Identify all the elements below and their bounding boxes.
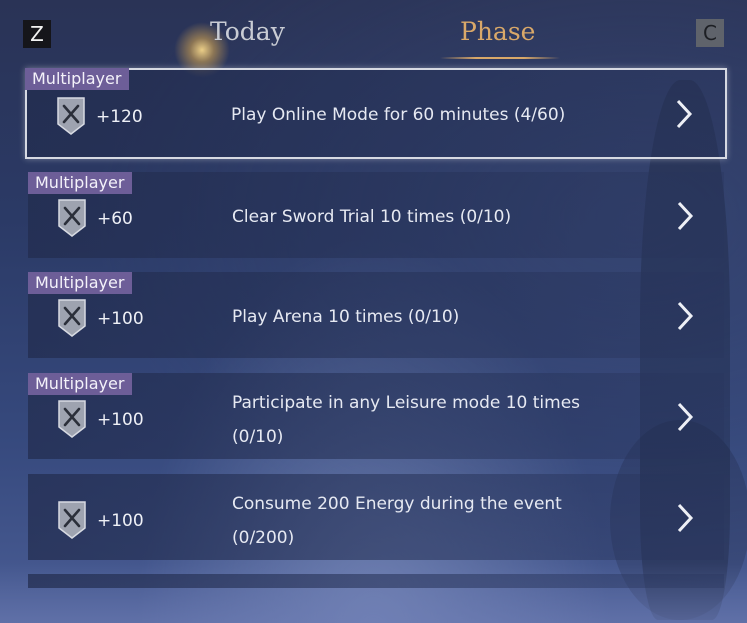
hotkey-z[interactable]: Z <box>23 20 51 48</box>
chevron-right-icon[interactable] <box>673 501 697 535</box>
quest-row[interactable]: +100 Consume 200 Energy during the event… <box>28 474 724 560</box>
quest-description-line: Participate in any Leisure mode 10 times <box>232 393 581 413</box>
multiplayer-tag: Multiplayer <box>25 68 130 90</box>
shield-swords-icon <box>58 299 86 337</box>
quest-description: Clear Sword Trial 10 times (0/10) <box>232 200 632 234</box>
chevron-right-icon[interactable] <box>672 97 696 131</box>
quest-description-line: Clear Sword Trial 10 times (0/10) <box>232 207 512 227</box>
reward-points: +100 <box>97 309 144 329</box>
shield-swords-icon <box>57 97 85 135</box>
quest-row[interactable]: Multiplayer +60 Clear Sword Trial 10 tim… <box>28 172 724 258</box>
shield-swords-icon <box>58 400 86 438</box>
shield-swords-icon <box>58 199 86 237</box>
multiplayer-tag: Multiplayer <box>28 272 133 294</box>
quest-description: Play Arena 10 times (0/10) <box>232 300 632 334</box>
quest-description-line: Play Arena 10 times (0/10) <box>232 307 460 327</box>
reward-points: +60 <box>97 209 133 229</box>
active-tab-underline <box>440 57 560 59</box>
quest-description: Participate in any Leisure mode 10 times… <box>232 386 632 454</box>
chevron-right-icon[interactable] <box>673 299 697 333</box>
shield-swords-icon <box>58 501 86 539</box>
quest-description: Consume 200 Energy during the event (0/2… <box>232 487 632 555</box>
quest-progress-line: (0/200) <box>232 528 295 548</box>
quest-row[interactable]: Multiplayer +100 Participate in any Leis… <box>28 373 724 459</box>
snow-ground <box>0 563 747 623</box>
quest-row[interactable]: Multiplayer +100 Play Arena 10 times (0/… <box>28 272 724 358</box>
multiplayer-tag: Multiplayer <box>28 373 133 395</box>
hotkey-c[interactable]: C <box>696 19 724 47</box>
quest-row[interactable]: Multiplayer +120 Play Online Mode for 60… <box>25 68 727 159</box>
quest-description: Play Online Mode for 60 minutes (4/60) <box>231 98 631 132</box>
quest-progress-line: (0/10) <box>232 427 284 447</box>
reward-points: +100 <box>97 410 144 430</box>
multiplayer-tag: Multiplayer <box>28 172 133 194</box>
quest-description-line: Play Online Mode for 60 minutes (4/60) <box>231 105 566 125</box>
chevron-right-icon[interactable] <box>673 199 697 233</box>
quest-description-line: Consume 200 Energy during the event <box>232 494 562 514</box>
quest-row-partial <box>28 574 724 588</box>
reward-points: +120 <box>96 107 143 127</box>
reward-points: +100 <box>97 511 144 531</box>
tab-today[interactable]: Today <box>210 17 285 46</box>
chevron-right-icon[interactable] <box>673 400 697 434</box>
tab-phase[interactable]: Phase <box>460 17 535 46</box>
